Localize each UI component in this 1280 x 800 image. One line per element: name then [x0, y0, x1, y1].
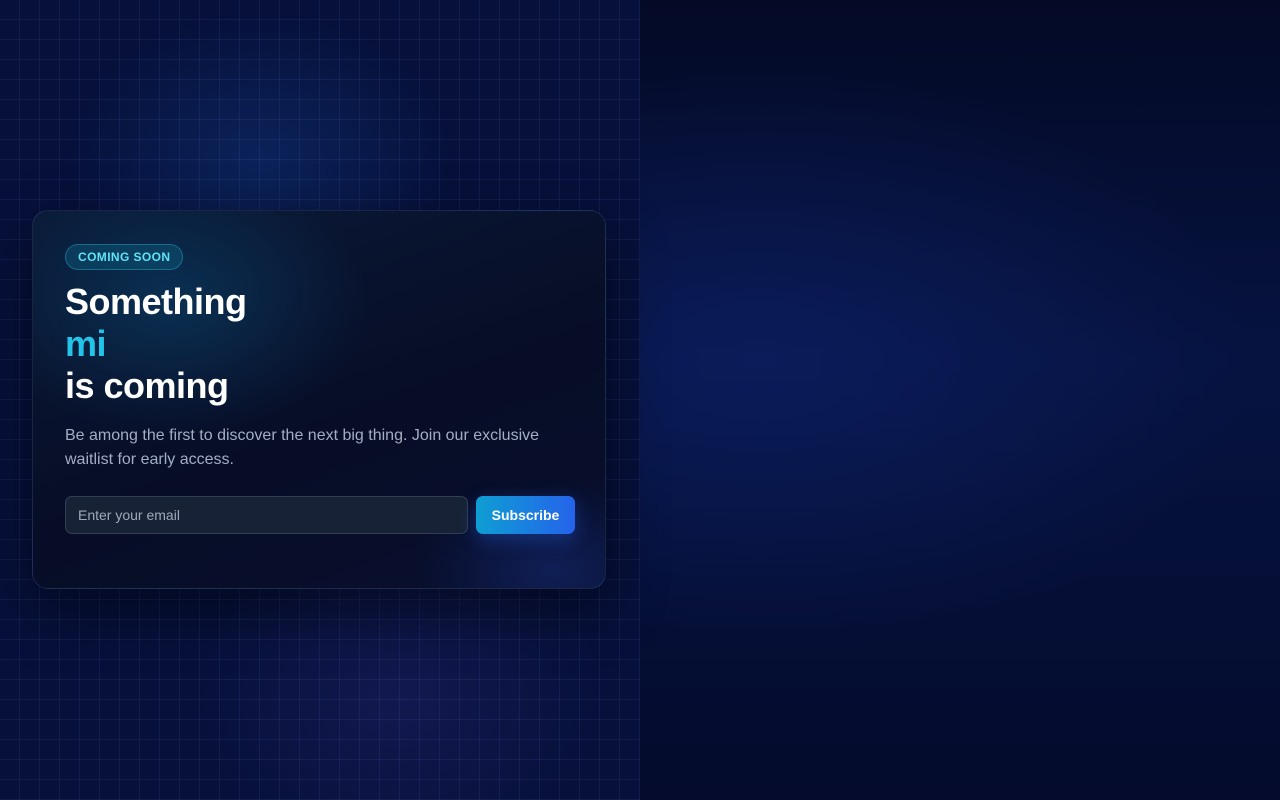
coming-soon-badge: COMING SOON [65, 244, 184, 270]
email-input[interactable] [65, 496, 468, 534]
page-background: COMING SOON Something mi is coming Be am… [0, 0, 1280, 800]
headline-line-1: Something [65, 281, 247, 322]
page-title: Something mi is coming [65, 281, 247, 407]
description-text: Be among the first to discover the next … [65, 427, 540, 468]
waitlist-form: Subscribe [65, 496, 575, 534]
headline-line-3: is coming [65, 365, 229, 406]
subscribe-button[interactable]: Subscribe [476, 496, 575, 534]
headline-accent-word: mi [65, 323, 107, 364]
coming-soon-card: COMING SOON Something mi is coming Be am… [32, 210, 606, 589]
